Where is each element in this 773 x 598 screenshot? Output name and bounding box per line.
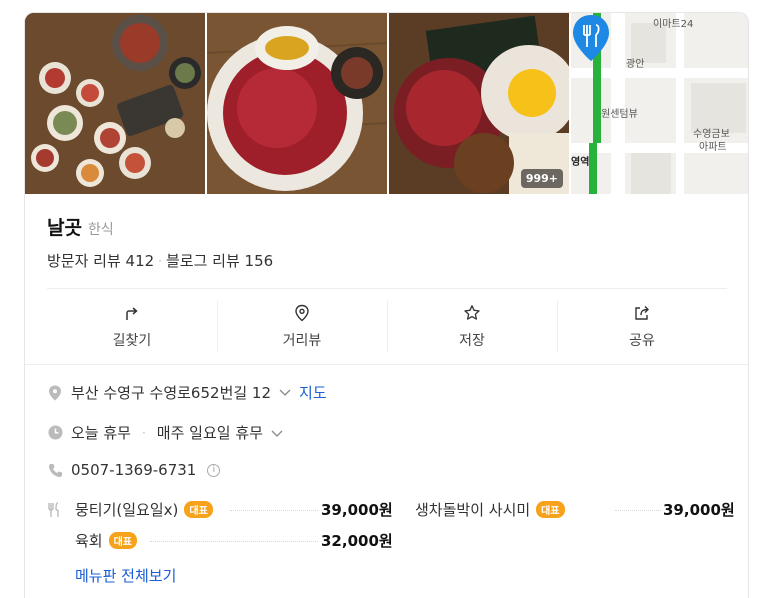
address-row: 부산 수영구 수영로652번길 12 지도 (47, 382, 327, 403)
photo-strip: 999+ 이마트24 광안 원센텀뷰 수영금보 아파트 영역 (25, 13, 748, 194)
street-view-icon (295, 304, 309, 321)
menu-item-1-badge: 대표 (184, 501, 213, 518)
photo-1[interactable] (25, 13, 205, 194)
phone-info-icon[interactable]: i (207, 463, 221, 477)
fork-knife-icon (47, 502, 63, 522)
hours-status: 오늘 휴무 (71, 424, 131, 442)
street-view-button[interactable]: 거리뷰 (217, 289, 387, 364)
hours-detail: 매주 일요일 휴무 (156, 424, 263, 442)
action-bar: 길찾기 거리뷰 저장 공유 (47, 288, 727, 364)
menu-item-2-name: 생차돌박이 사시미 (415, 501, 531, 519)
photo-2[interactable] (207, 13, 387, 194)
place-name[interactable]: 날곳 (47, 213, 82, 240)
review-separator: · (158, 253, 162, 268)
save-label: 저장 (459, 332, 485, 349)
map-label-mart: 이마트24 (653, 19, 694, 30)
hours-separator: · (141, 425, 146, 440)
hours-expand-chevron-icon[interactable] (271, 424, 283, 442)
map-pin-icon (573, 15, 609, 61)
full-menu-link[interactable]: 메뉴판 전체보기 (75, 565, 176, 586)
visitor-review-link[interactable]: 방문자 리뷰 412 (47, 250, 154, 271)
phone-row: 0507-1369-6731 i (47, 461, 221, 479)
place-header: 날곳 한식 (47, 213, 114, 240)
share-button[interactable]: 공유 (557, 289, 727, 364)
address-expand-chevron-icon[interactable] (279, 386, 291, 400)
clock-icon (47, 425, 63, 441)
food-photo-3-image (389, 13, 569, 194)
menu-item-1-leader (230, 510, 318, 511)
place-category: 한식 (87, 222, 114, 238)
review-summary: 방문자 리뷰 412 · 블로그 리뷰 156 (47, 250, 273, 271)
map-label-apt-2: 아파트 (699, 142, 727, 153)
menu-item-1-price: 39,000원 (321, 501, 393, 519)
menu-item-1-name: 뭉티기(일요일x) (75, 501, 179, 519)
place-card: 999+ 이마트24 광안 원센텀뷰 수영금보 아파트 영역 날곳 한식 방문자… (24, 12, 749, 598)
street-view-label: 거리뷰 (282, 332, 322, 349)
address-text: 부산 수영구 수영로652번길 12 (71, 384, 272, 402)
menu-item-2-badge: 대표 (536, 501, 565, 518)
section-divider (25, 364, 748, 365)
menu-item-3-price: 32,000원 (321, 532, 393, 550)
phone-number[interactable]: 0507-1369-6731 (71, 461, 196, 479)
photo-count-badge[interactable]: 999+ (520, 169, 563, 188)
food-photo-1-image (25, 13, 205, 194)
save-button[interactable]: 저장 (387, 289, 557, 364)
menu-item-2-price: 39,000원 (663, 501, 735, 519)
map-thumbnail[interactable]: 이마트24 광안 원센텀뷰 수영금보 아파트 영역 (571, 13, 748, 194)
blog-review-link[interactable]: 블로그 리뷰 156 (166, 250, 273, 271)
map-label-station: 영역 (571, 157, 590, 168)
menu-item-2[interactable]: 생차돌박이 사시미 대표 (415, 499, 565, 520)
menu-item-3-badge: 대표 (108, 532, 138, 549)
menu-item-3-leader (150, 541, 318, 542)
share-label: 공유 (629, 332, 655, 349)
directions-button[interactable]: 길찾기 (47, 289, 217, 364)
hours-row: 오늘 휴무 · 매주 일요일 휴무 (47, 422, 283, 443)
menu-item-1[interactable]: 뭉티기(일요일x) 대표 (75, 499, 213, 520)
menu-item-3-name: 육회 (75, 532, 103, 550)
directions-icon (126, 306, 138, 320)
star-icon (464, 304, 480, 320)
map-label-complex: 원센텀뷰 (601, 109, 638, 120)
food-photo-2-image (207, 13, 387, 194)
map-label-gwang: 광안 (626, 59, 645, 70)
phone-icon (47, 462, 63, 478)
menu-item-2-leader (615, 510, 661, 511)
directions-label: 길찾기 (112, 332, 152, 349)
share-icon (635, 305, 649, 320)
map-link[interactable]: 지도 (299, 382, 327, 403)
menu-item-3[interactable]: 육회 대표 (75, 530, 138, 551)
location-pin-icon (47, 385, 63, 401)
photo-3[interactable]: 999+ (389, 13, 569, 194)
